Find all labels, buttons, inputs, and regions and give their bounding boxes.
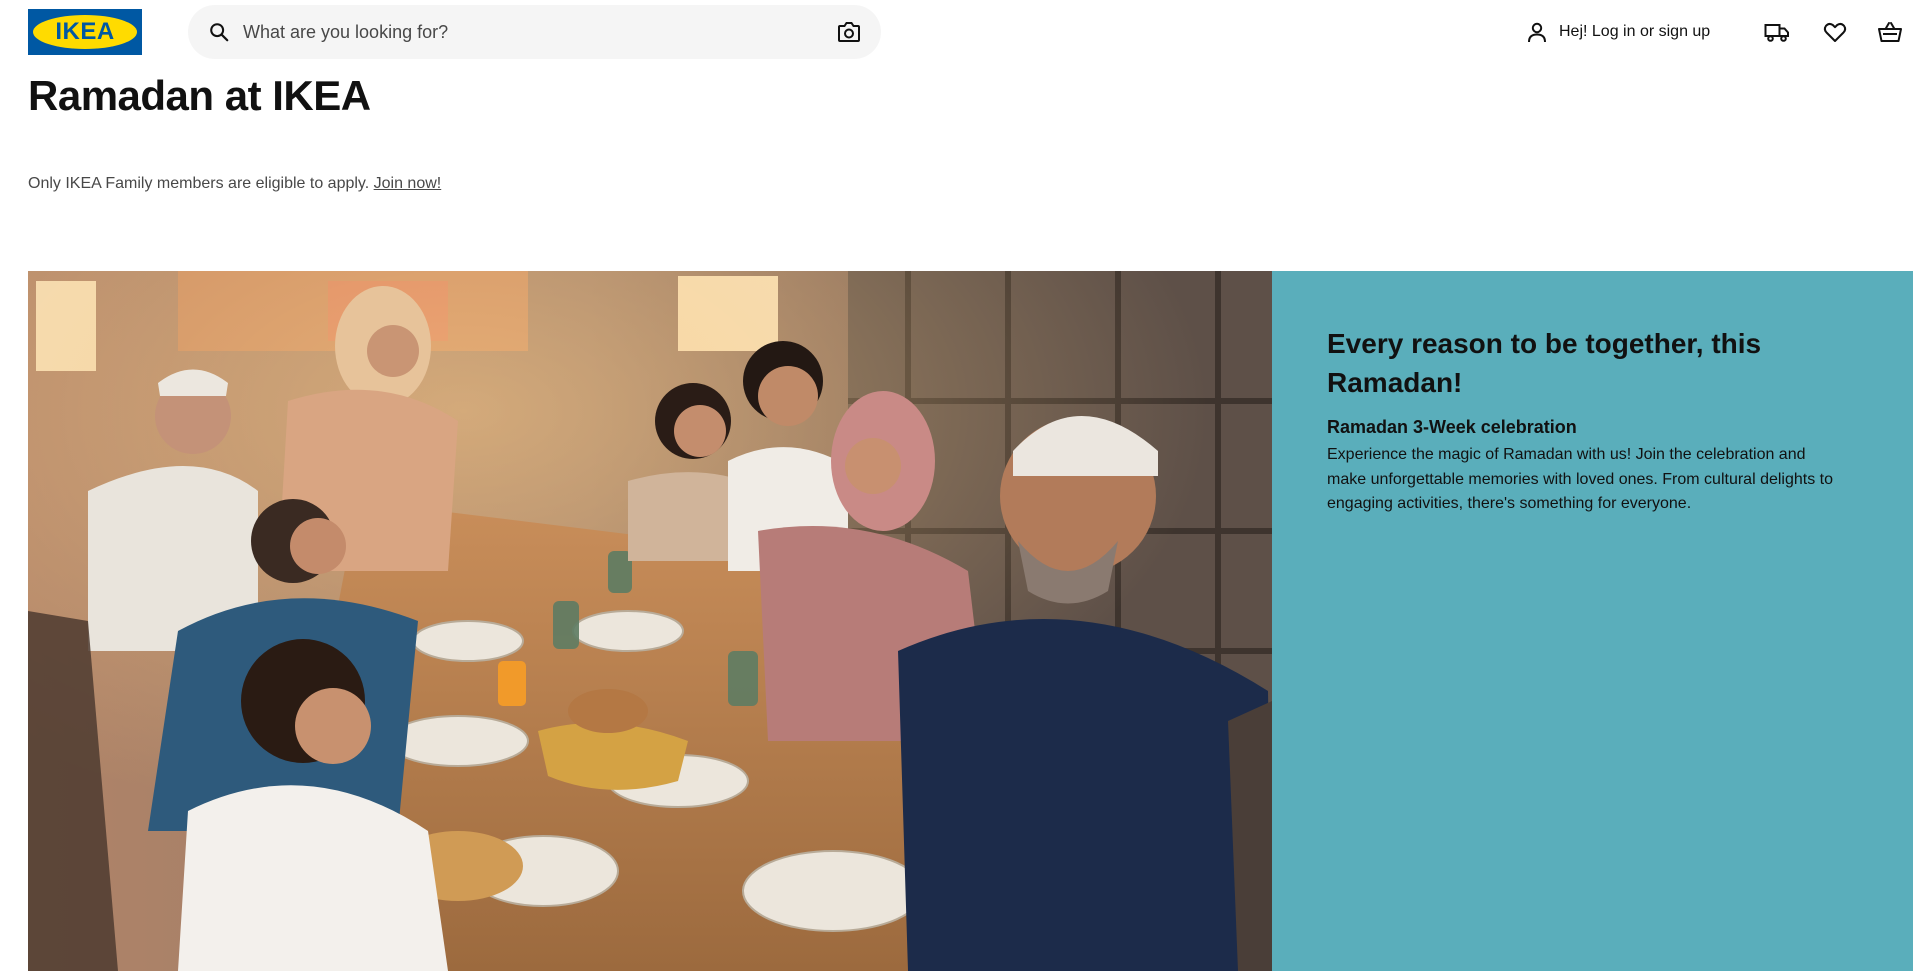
site-header: IKEA What are you looking for? Hej! Log … [0,0,1920,64]
account-link[interactable]: Hej! Log in or sign up [1525,14,1710,50]
heart-icon[interactable] [1822,19,1848,45]
search-input[interactable]: What are you looking for? [243,5,448,59]
hero-body-text: Experience the magic of Ramadan with us!… [1327,446,1834,512]
truck-icon[interactable] [1764,19,1790,45]
ikea-logo[interactable]: IKEA [28,9,142,55]
family-notice: Only IKEA Family members are eligible to… [28,175,441,193]
basket-icon[interactable] [1877,19,1903,45]
hero-family-dinner-image[interactable] [28,271,1272,971]
account-label: Hej! Log in or sign up [1559,23,1711,40]
join-now-link[interactable]: Join now! [374,175,442,192]
hero-subheading: Ramadan 3-Week celebration [1327,417,1577,437]
logo-oval: IKEA [33,15,137,49]
notice-text: Only IKEA Family members are eligible to… [28,175,370,192]
hero-text-panel[interactable]: Every reason to be together, this Ramada… [1272,271,1913,971]
search-bar[interactable]: What are you looking for? [188,5,881,59]
hero-heading: Every reason to be together, this Ramada… [1327,328,1762,398]
logo-text: IKEA [55,18,115,45]
camera-icon[interactable] [837,21,861,43]
person-icon [1528,22,1546,43]
search-icon[interactable] [208,21,230,43]
hero-banner[interactable]: Every reason to be together, this Ramada… [28,271,1913,971]
page-title: Ramadan at IKEA [28,72,371,119]
